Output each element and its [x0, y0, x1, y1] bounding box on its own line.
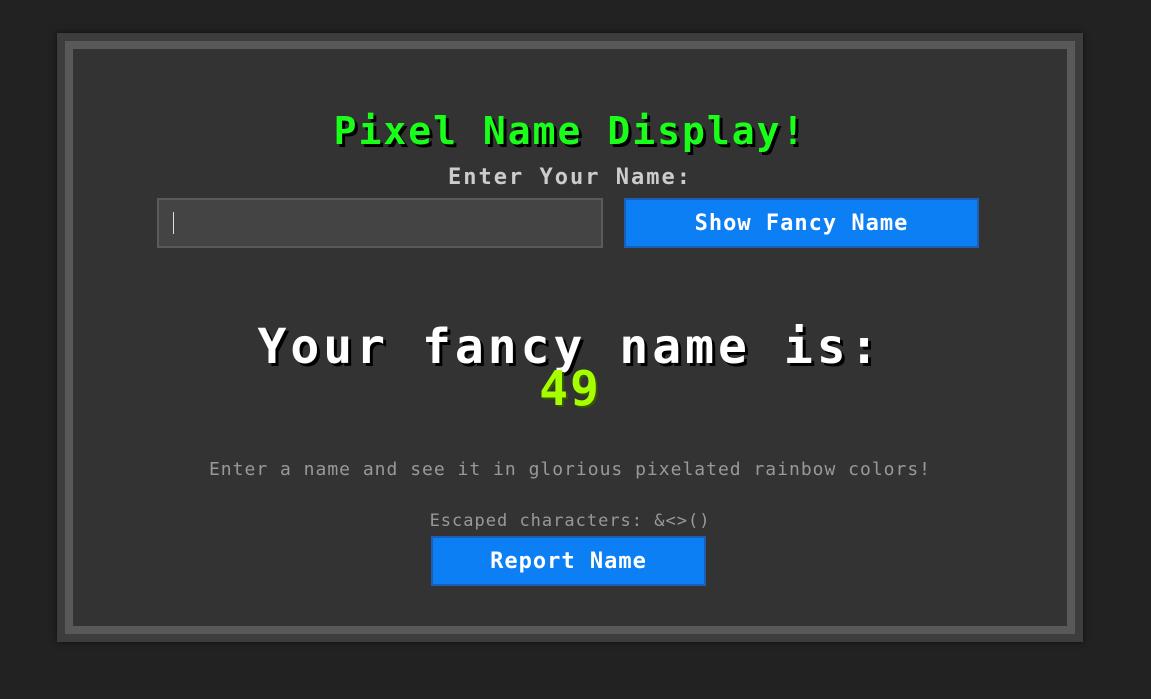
app-window: Pixel Name Display! Enter Your Name: Sho… — [57, 33, 1083, 642]
name-prompt-label: Enter Your Name: — [448, 165, 692, 190]
report-name-button[interactable]: Report Name — [431, 536, 706, 586]
name-input[interactable] — [157, 198, 603, 248]
escaped-characters-text: Escaped characters: &<>() — [429, 511, 711, 531]
main-panel: Pixel Name Display! Enter Your Name: Sho… — [73, 49, 1067, 626]
description-text: Enter a name and see it in glorious pixe… — [208, 459, 932, 480]
show-fancy-name-button[interactable]: Show Fancy Name — [624, 198, 979, 248]
fancy-name-value: 49 — [539, 361, 601, 417]
window-border: Pixel Name Display! Enter Your Name: Sho… — [65, 41, 1075, 634]
page-title: Pixel Name Display! — [333, 109, 807, 153]
text-caret — [173, 212, 174, 234]
